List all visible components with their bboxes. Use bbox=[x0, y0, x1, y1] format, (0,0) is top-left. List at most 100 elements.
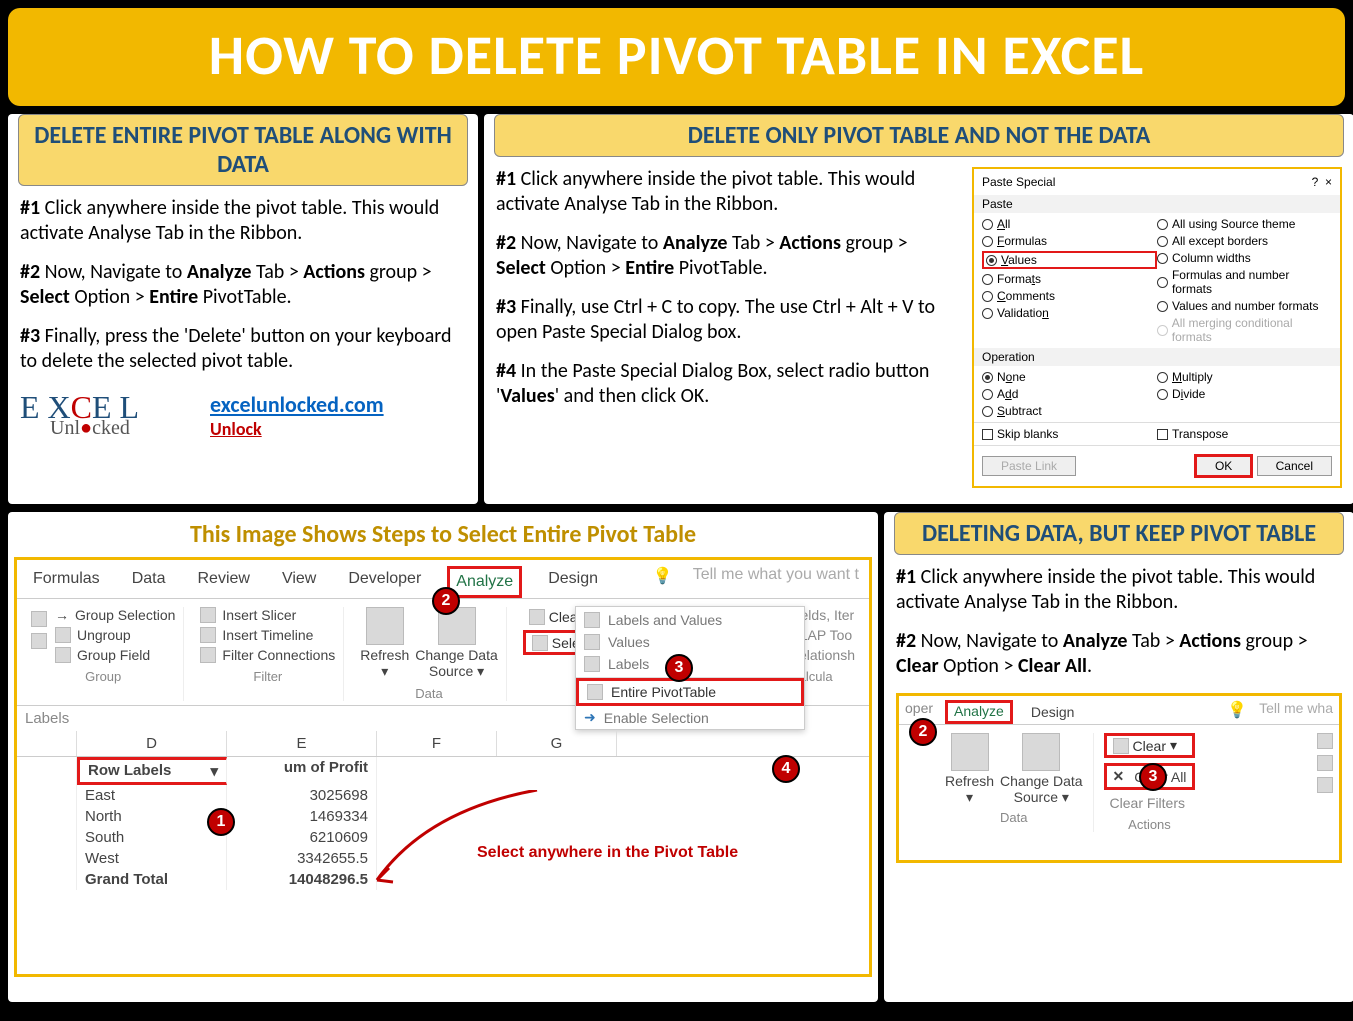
panel-delete-keep-data: DELETE ONLY PIVOT TABLE AND NOT THE DATA… bbox=[484, 114, 1353, 504]
radio-formulas[interactable]: Formulas bbox=[982, 234, 1157, 248]
mini-clear-button[interactable]: Clear ▾ bbox=[1104, 733, 1196, 758]
tab-formulas[interactable]: Formulas bbox=[27, 566, 106, 598]
heading-delete-keep-data: DELETE ONLY PIVOT TABLE AND NOT THE DATA bbox=[494, 114, 1344, 157]
dd-entire-pivottable[interactable]: Entire PivotTable bbox=[576, 678, 804, 706]
paste-link-button: Paste Link bbox=[982, 456, 1076, 476]
ungroup[interactable]: Ungroup bbox=[55, 627, 175, 643]
sum-profit-header: um of Profit bbox=[227, 757, 377, 785]
tab-developer[interactable]: Developer bbox=[342, 566, 427, 598]
radio-none[interactable]: None bbox=[982, 370, 1157, 384]
page-title: HOW TO DELETE PIVOT TABLE IN EXCEL bbox=[8, 8, 1345, 106]
mini-change-data-icon[interactable] bbox=[1022, 733, 1060, 771]
step-text: Finally, press the 'Delete' button on yo… bbox=[20, 324, 452, 373]
radio-divide[interactable]: Divide bbox=[1157, 387, 1332, 401]
mini-refresh-icon[interactable] bbox=[951, 733, 989, 771]
brand-area: E XCE L Unl●cked excelunlocked.com Unloc… bbox=[20, 388, 466, 443]
radio-formats[interactable]: Formats bbox=[982, 272, 1157, 286]
dd-enable-selection[interactable]: ➜Enable Selection bbox=[576, 706, 804, 729]
excel-ribbon: Formulas Data Review View Developer Anal… bbox=[14, 557, 872, 977]
mini-marker-2: 2 bbox=[909, 718, 937, 746]
marker-4: 4 bbox=[772, 755, 800, 783]
lightbulb-icon: 💡 bbox=[653, 566, 673, 598]
step-2: #2 Now, Navigate to Analyze Tab > Action… bbox=[20, 260, 466, 310]
radio-multiply[interactable]: Multiply bbox=[1157, 370, 1332, 384]
mini-tab-design[interactable]: Design bbox=[1025, 700, 1081, 724]
radio-merging-cond: All merging conditional formats bbox=[1157, 316, 1332, 344]
ribbon-caption: This Image Shows Steps to Select Entire … bbox=[14, 520, 872, 549]
step-num: #1 bbox=[20, 196, 40, 220]
step-text: Click anywhere inside the pivot table. T… bbox=[20, 196, 439, 245]
ungroup-icon bbox=[31, 633, 47, 649]
step-num: #3 bbox=[20, 324, 40, 348]
radio-subtract[interactable]: Subtract bbox=[982, 404, 1157, 418]
tab-design[interactable]: Design bbox=[542, 566, 604, 598]
col-header-e[interactable]: E bbox=[227, 731, 377, 756]
insert-timeline[interactable]: Insert Timeline bbox=[200, 627, 335, 643]
side-icon bbox=[1317, 755, 1333, 771]
brand-unlock: Unlock bbox=[210, 418, 262, 440]
side-icon bbox=[1317, 733, 1333, 749]
ok-button[interactable]: OK bbox=[1194, 454, 1253, 478]
step-1: #1 Click anywhere inside the pivot table… bbox=[896, 565, 1342, 615]
worksheet: D E F G Row Labels▾ um of Profit East302… bbox=[17, 731, 869, 890]
mini-marker-3: 3 bbox=[1139, 763, 1167, 791]
marker-2: 2 bbox=[432, 587, 460, 615]
grand-total-row: Grand Total14048296.5 bbox=[17, 869, 869, 890]
side-icon bbox=[1317, 777, 1333, 793]
radio-comments[interactable]: Comments bbox=[982, 289, 1157, 303]
dialog-title: Paste Special bbox=[982, 175, 1055, 189]
group-field[interactable]: Group Field bbox=[55, 647, 175, 663]
table-row: North1469334 bbox=[17, 806, 869, 827]
callout-text: Select anywhere in the Pivot Table bbox=[477, 843, 738, 862]
mini-group-data: Refresh▾ Change DataSource ▾ Data bbox=[945, 733, 1083, 832]
radio-values-formats[interactable]: Values and number formats bbox=[1157, 299, 1332, 313]
radio-formulas-formats[interactable]: Formulas and number formats bbox=[1157, 268, 1332, 296]
filter-connections[interactable]: Filter Connections bbox=[200, 647, 335, 663]
mini-tell-me[interactable]: Tell me wha bbox=[1259, 700, 1333, 724]
panel-ribbon-steps: This Image Shows Steps to Select Entire … bbox=[8, 512, 878, 1002]
group-data: Refresh▾ Change DataSource ▾ Data bbox=[352, 607, 507, 701]
radio-except-borders[interactable]: All except borders bbox=[1157, 234, 1332, 248]
check-skip-blanks[interactable]: Skip blanks bbox=[982, 427, 1157, 441]
mini-clear-filters[interactable]: Clear Filters bbox=[1104, 793, 1196, 813]
mini-ribbon: oper Analyze Design 💡 Tell me wha 2 Refr… bbox=[896, 693, 1342, 863]
pivot-header-row: Row Labels▾ um of Profit bbox=[17, 757, 869, 785]
radio-source-theme[interactable]: All using Source theme bbox=[1157, 217, 1332, 231]
radio-validation[interactable]: Validation bbox=[982, 306, 1157, 320]
col-header-d[interactable]: D bbox=[77, 731, 227, 756]
check-transpose[interactable]: Transpose bbox=[1157, 427, 1332, 441]
radio-add[interactable]: Add bbox=[982, 387, 1157, 401]
panel-delete-data-keep-pivot: DELETING DATA, BUT KEEP PIVOT TABLE #1 C… bbox=[884, 512, 1353, 1002]
dd-labels-values[interactable]: Labels and Values bbox=[576, 609, 804, 631]
radio-values[interactable]: Values bbox=[982, 251, 1157, 269]
tab-view[interactable]: View bbox=[276, 566, 322, 598]
lightbulb-icon: 💡 bbox=[1227, 700, 1247, 724]
mini-tab-analyze[interactable]: Analyze bbox=[945, 700, 1013, 724]
step-num: #2 bbox=[20, 260, 40, 284]
tell-me[interactable]: Tell me what you want t bbox=[693, 566, 859, 598]
radio-all[interactable]: All bbox=[982, 217, 1157, 231]
table-row: West3342655.5 bbox=[17, 848, 869, 869]
brand-link[interactable]: excelunlocked.com bbox=[210, 391, 384, 418]
tab-data[interactable]: Data bbox=[126, 566, 172, 598]
cancel-button[interactable]: Cancel bbox=[1257, 456, 1332, 476]
dd-values[interactable]: Values bbox=[576, 631, 804, 653]
insert-slicer[interactable]: Insert Slicer bbox=[200, 607, 335, 623]
col-header-f[interactable]: F bbox=[377, 731, 497, 756]
radio-column-widths[interactable]: Column widths bbox=[1157, 251, 1332, 265]
step-1: #1 Click anywhere inside the pivot table… bbox=[496, 167, 960, 217]
tab-review[interactable]: Review bbox=[191, 566, 255, 598]
refresh-icon[interactable] bbox=[366, 607, 404, 645]
row-labels-header[interactable]: Row Labels▾ bbox=[77, 757, 227, 785]
step-2: #2 Now, Navigate to Analyze Tab > Action… bbox=[496, 231, 960, 281]
step-2: #2 Now, Navigate to Analyze Tab > Action… bbox=[896, 629, 1342, 679]
step-3: #3 Finally, press the 'Delete' button on… bbox=[20, 324, 466, 374]
brand-logo: E XCE L Unl●cked bbox=[20, 388, 190, 443]
col-header-g[interactable]: G bbox=[497, 731, 617, 756]
dialog-controls: ? × bbox=[1312, 175, 1332, 189]
table-row: South6210609 bbox=[17, 827, 869, 848]
heading-delete-entire: DELETE ENTIRE PIVOT TABLE ALONG WITH DAT… bbox=[18, 114, 468, 186]
marker-3: 3 bbox=[665, 654, 693, 682]
tab-analyze[interactable]: Analyze bbox=[447, 566, 522, 598]
group-selection[interactable]: → Group Selection bbox=[55, 607, 175, 623]
